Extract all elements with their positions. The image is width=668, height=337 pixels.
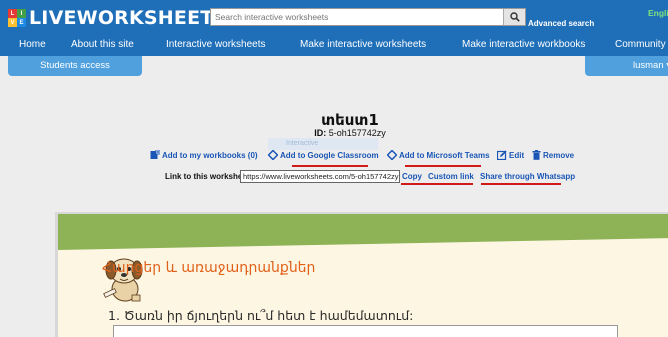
remove-button[interactable]: Remove xyxy=(532,150,574,160)
add-to-workbooks-label: Add to my workbooks (0) xyxy=(162,150,258,160)
user-name: lusman xyxy=(633,60,664,71)
search-box xyxy=(210,8,526,26)
annotation-underline xyxy=(481,183,561,185)
edit-label: Edit xyxy=(509,150,525,160)
section-heading: Հարցեր և առաջադրանքներ xyxy=(102,260,316,276)
logo-mark: L I V E xyxy=(8,9,26,27)
nav-interactive-worksheets[interactable]: Interactive worksheets xyxy=(166,39,266,50)
worksheet-id-label: ID: xyxy=(314,128,327,138)
worksheet-title: տեստ1 xyxy=(321,111,379,129)
students-access-tab[interactable]: Students access xyxy=(8,56,142,76)
google-classroom-label: Add to Google Classroom xyxy=(280,150,379,160)
top-header: L I V E LIVEWORKSHEETS Advanced search E… xyxy=(0,0,668,34)
nav-about[interactable]: About this site xyxy=(71,39,134,50)
share-diamond-icon xyxy=(268,150,278,160)
share-diamond-icon xyxy=(387,150,397,160)
logo-mark-letter: E xyxy=(17,18,26,27)
site-logo[interactable]: L I V E LIVEWORKSHEETS xyxy=(8,7,227,29)
language-selector[interactable]: English xyxy=(648,8,668,18)
search-button[interactable] xyxy=(503,9,525,25)
nav-make-workbooks[interactable]: Make interactive workbooks xyxy=(462,39,585,50)
google-classroom-button[interactable]: Add to Google Classroom xyxy=(268,150,379,160)
logo-mark-letter: V xyxy=(8,18,17,27)
share-whatsapp-button[interactable]: Share through Whatsapp xyxy=(480,172,575,181)
custom-link-button[interactable]: Custom link xyxy=(428,172,474,181)
logo-text: LIVEWORKSHEETS xyxy=(29,7,228,29)
main-nav: Home About this site Interactive workshe… xyxy=(0,34,668,56)
edit-button[interactable]: Edit xyxy=(497,150,524,160)
nav-make-worksheets[interactable]: Make interactive worksheets xyxy=(300,39,426,50)
search-input[interactable] xyxy=(211,9,501,25)
question-text: 1. Ծառն իր ճյուղերն ու՞մ հետ է համեմատու… xyxy=(108,308,414,323)
trash-icon xyxy=(532,150,541,160)
worksheet-link-field[interactable] xyxy=(240,170,400,183)
nav-community[interactable]: Community xyxy=(615,39,666,50)
microsoft-teams-label: Add to Microsoft Teams xyxy=(399,150,490,160)
workbook-add-icon xyxy=(150,150,160,159)
annotation-underline xyxy=(401,183,473,185)
edit-icon xyxy=(497,150,507,160)
logo-mark-letter: L xyxy=(8,9,17,18)
nav-home[interactable]: Home xyxy=(19,39,46,50)
microsoft-teams-button[interactable]: Add to Microsoft Teams xyxy=(387,150,490,160)
answer-input[interactable] xyxy=(113,325,618,337)
worksheet-id: ID: 5-oh157742zy xyxy=(0,128,668,138)
search-icon xyxy=(509,12,520,22)
copy-link-button[interactable]: Copy xyxy=(402,172,422,181)
user-menu-tab[interactable]: lusman ▾ xyxy=(585,56,668,76)
advanced-search-link[interactable]: Advanced search xyxy=(528,19,594,28)
faded-overlay: Interactive xyxy=(268,138,378,150)
annotation-underline xyxy=(405,165,481,167)
remove-label: Remove xyxy=(543,150,575,160)
worksheet-id-value: 5-oh157742zy xyxy=(328,128,386,138)
annotation-underline xyxy=(292,165,368,167)
add-to-workbooks-button[interactable]: Add to my workbooks (0) xyxy=(150,150,258,160)
logo-mark-letter: I xyxy=(17,9,26,18)
